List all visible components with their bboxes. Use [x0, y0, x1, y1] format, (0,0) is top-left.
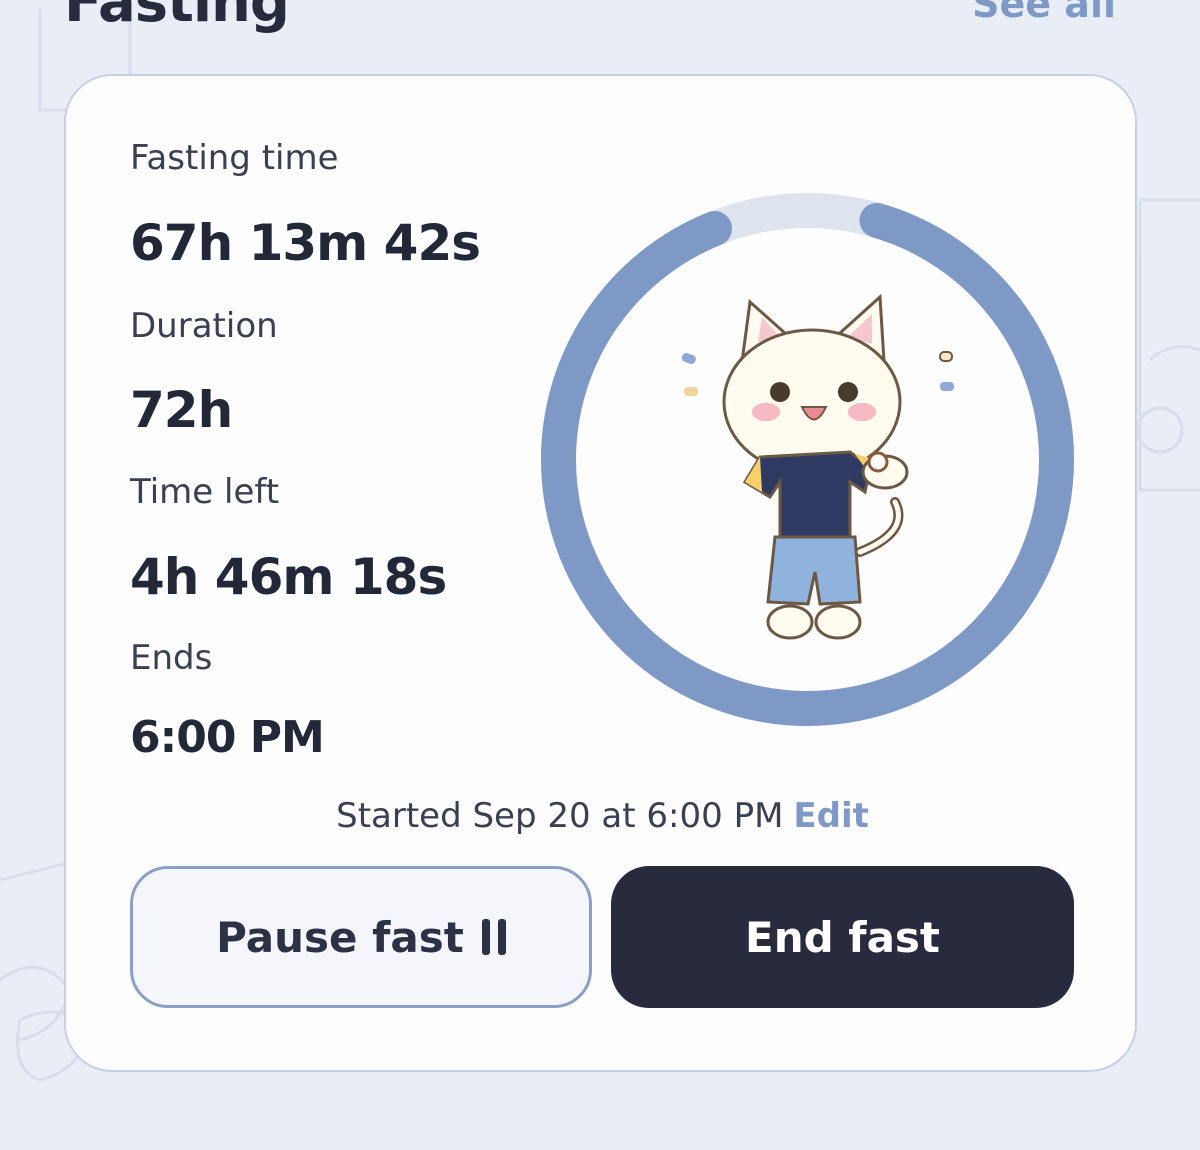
section-header: Fasting See all [0, 0, 1200, 50]
fasting-time-value: 67h 13m 42s [130, 214, 481, 272]
time-left-value: 4h 46m 18s [130, 548, 447, 606]
pause-fast-label: Pause fast [216, 912, 464, 962]
fasting-card: Fasting time 67h 13m 42s Duration 72h Ti… [64, 74, 1137, 1072]
started-info: Started Sep 20 at 6:00 PM Edit [66, 796, 1139, 836]
edit-start-link[interactable]: Edit [793, 796, 868, 836]
pause-icon [481, 919, 506, 955]
section-title: Fasting [64, 0, 290, 35]
end-fast-button[interactable]: End fast [611, 866, 1074, 1008]
ends-label: Ends [130, 638, 213, 678]
ends-value: 6:00 PM [130, 712, 325, 763]
end-fast-label: End fast [745, 912, 940, 962]
started-text: Started Sep 20 at 6:00 PM [336, 796, 784, 836]
time-left-label: Time left [130, 472, 280, 512]
duration-label: Duration [130, 306, 278, 346]
fasting-time-label: Fasting time [130, 138, 339, 178]
cat-checking-watch-illustration [681, 293, 954, 640]
see-all-link[interactable]: See all [972, 0, 1116, 26]
progress-ring [540, 192, 1075, 727]
pause-fast-button[interactable]: Pause fast [130, 866, 592, 1008]
duration-value: 72h [130, 381, 233, 439]
